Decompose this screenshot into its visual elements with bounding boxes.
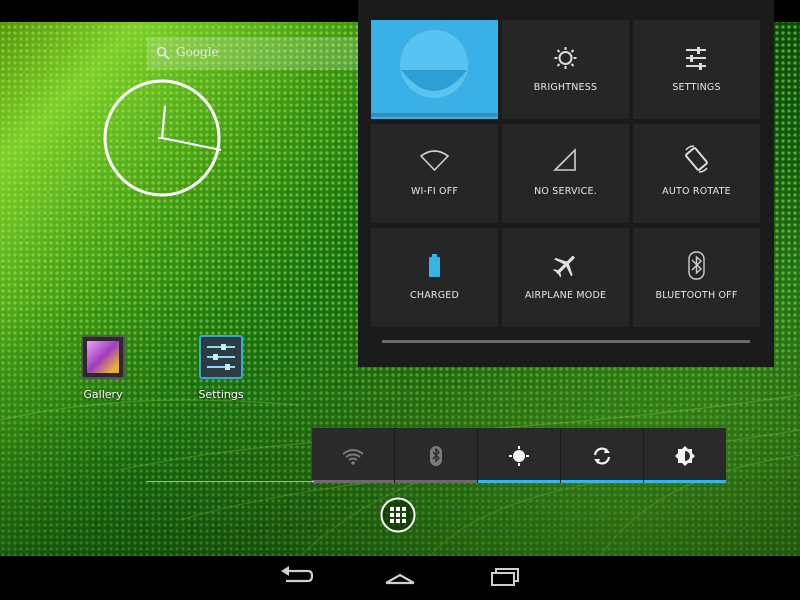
auto-rotate-tile-label: AUTO ROTATE bbox=[662, 186, 731, 197]
power-brightness-toggle[interactable] bbox=[644, 428, 726, 483]
settings-tile-label: SETTINGS bbox=[672, 82, 721, 93]
airplane-mode-tile-label: AIRPLANE MODE bbox=[524, 290, 607, 301]
wifi-tile[interactable]: WI-FI OFF bbox=[371, 124, 498, 223]
user-avatar-icon bbox=[400, 30, 468, 98]
location-icon bbox=[509, 446, 529, 466]
clock-minute-hand bbox=[160, 105, 167, 139]
settings-label: Settings bbox=[198, 388, 244, 401]
airplane-mode-tile[interactable]: AIRPLANE MODE bbox=[502, 228, 629, 327]
signal-icon bbox=[553, 148, 576, 171]
location-indicator bbox=[478, 480, 560, 483]
power-sync-toggle[interactable] bbox=[561, 428, 643, 483]
battery-icon bbox=[429, 254, 440, 277]
settings-sliders-icon bbox=[686, 47, 706, 70]
wifi-indicator bbox=[312, 480, 394, 483]
power-wifi-toggle[interactable] bbox=[312, 428, 394, 483]
battery-tile-label: CHARGED bbox=[410, 290, 459, 301]
wifi-icon bbox=[342, 449, 364, 465]
bluetooth-tile[interactable]: BLUETOOTH OFF bbox=[633, 228, 760, 327]
signal-tile[interactable]: NO SERVICE. bbox=[502, 124, 629, 223]
gallery-app[interactable]: Gallery bbox=[58, 335, 148, 401]
bluetooth-icon bbox=[688, 251, 705, 280]
quick-settings-panel: BRIGHTNESS SETTINGS WI-FI OFF NO SERVICE… bbox=[358, 0, 774, 367]
power-bluetooth-toggle[interactable] bbox=[395, 428, 477, 483]
all-apps-button[interactable] bbox=[380, 497, 416, 533]
user-tile[interactable] bbox=[371, 20, 498, 119]
bluetooth-indicator bbox=[395, 480, 477, 483]
battery-tile[interactable]: CHARGED bbox=[371, 228, 498, 327]
airplane-icon bbox=[553, 256, 575, 278]
bluetooth-tile-label: BLUETOOTH OFF bbox=[655, 290, 738, 301]
power-location-toggle[interactable] bbox=[478, 428, 560, 483]
panel-handle-bar[interactable] bbox=[382, 340, 750, 343]
settings-tile[interactable]: SETTINGS bbox=[633, 20, 760, 119]
user-tile-label bbox=[371, 113, 498, 117]
home-icon[interactable] bbox=[382, 564, 418, 590]
settings-app[interactable]: Settings bbox=[176, 335, 266, 401]
search-placeholder: Google bbox=[176, 45, 219, 59]
wifi-icon bbox=[419, 150, 450, 172]
brightness-icon bbox=[675, 446, 695, 466]
bluetooth-icon bbox=[430, 446, 442, 466]
power-control-widget bbox=[312, 428, 726, 483]
settings-icon bbox=[199, 335, 243, 379]
analog-clock-widget[interactable] bbox=[88, 66, 238, 216]
clock-hour-hand bbox=[161, 137, 222, 151]
sync-indicator bbox=[561, 480, 643, 483]
gallery-icon bbox=[81, 335, 125, 379]
signal-tile-label: NO SERVICE. bbox=[534, 186, 597, 197]
gallery-label: Gallery bbox=[83, 388, 123, 401]
dock-divider bbox=[146, 481, 314, 482]
wifi-tile-label: WI-FI OFF bbox=[410, 186, 459, 197]
search-icon bbox=[156, 46, 170, 60]
brightness-indicator bbox=[644, 480, 726, 483]
brightness-tile[interactable]: BRIGHTNESS bbox=[502, 20, 629, 119]
sync-icon bbox=[593, 447, 611, 465]
navigation-bar bbox=[0, 556, 800, 600]
back-icon[interactable] bbox=[278, 564, 316, 590]
auto-rotate-tile[interactable]: AUTO ROTATE bbox=[633, 124, 760, 223]
recent-apps-icon[interactable] bbox=[488, 564, 522, 590]
rotate-icon bbox=[685, 145, 708, 173]
brightness-tile-label: BRIGHTNESS bbox=[533, 82, 598, 93]
brightness-icon bbox=[554, 47, 577, 69]
